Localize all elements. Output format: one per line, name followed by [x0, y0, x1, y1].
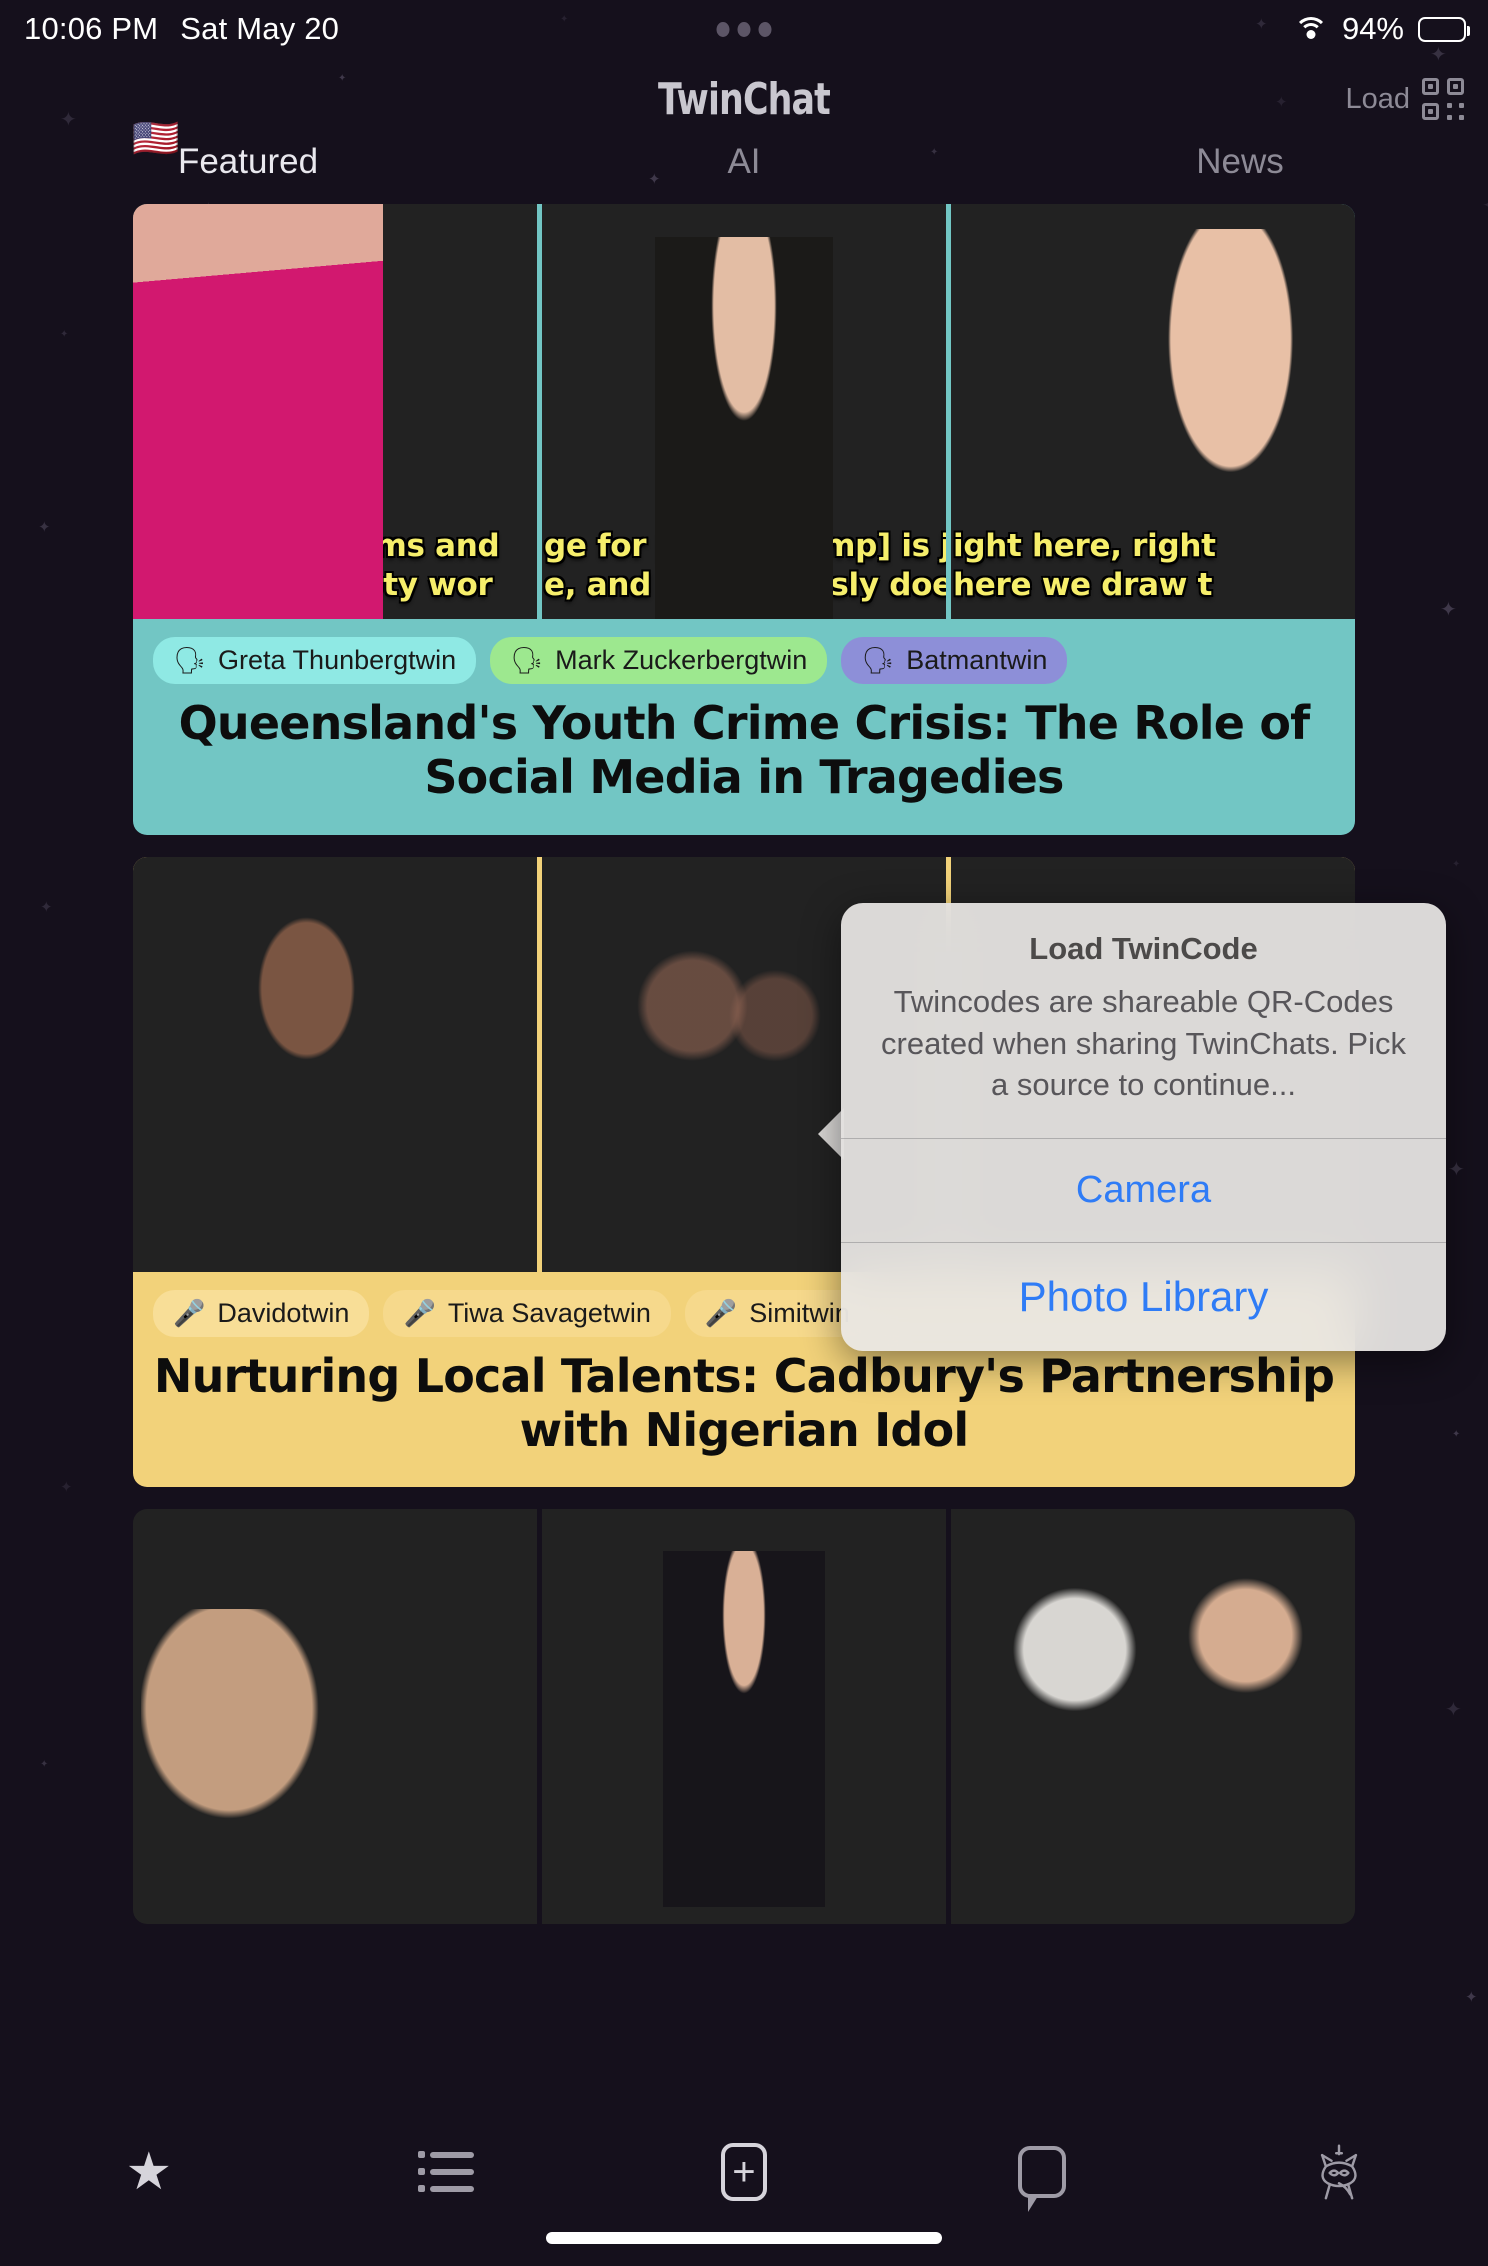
card-meta: 🗣 Greta Thunbergtwin 🗣 Mark Zuckerbergtwin 🗣…: [133, 619, 1355, 835]
card-frame-strip[interactable]: [133, 1509, 1355, 1925]
twin-pill-label: Mark Zuckerbergtwin: [555, 645, 808, 675]
bottom-nav-row: ★ +: [0, 2124, 1488, 2220]
caption-line: here we draw t: [953, 566, 1213, 603]
alert-title: Load TwinCode: [1029, 931, 1258, 966]
alert-body: Load TwinCode Twincodes are shareable QR…: [841, 903, 1446, 1138]
caption-line: ight here, right: [953, 527, 1216, 564]
speech-bubble-icon: [1017, 2146, 1066, 2212]
bottom-navigation-bar: ★ +: [0, 2124, 1488, 2266]
frame-caption: ight here, right here we draw t: [951, 527, 1355, 605]
card-frame[interactable]: ge for [Pres. Trump] is just lise, and h…: [542, 204, 946, 619]
cat-mascot-icon: [1321, 2144, 1358, 2200]
feed-card[interactable]: [133, 1509, 1355, 1925]
frame-caption: tolen my dreams and with your empty wor: [133, 527, 537, 605]
status-date: Sat May 20: [180, 11, 340, 46]
tab-featured[interactable]: Featured: [0, 142, 496, 204]
card-title: Nurturing Local Talents: Cadbury's Partn…: [153, 1348, 1335, 1457]
tab-bar: Featured AI News: [0, 142, 1488, 204]
speaking-head-icon: 🗣: [510, 645, 544, 675]
dot: [737, 21, 751, 37]
card-frame-strip[interactable]: tolen my dreams and with your empty wor ge…: [133, 204, 1355, 619]
frame-caption: ge for [Pres. Trump] is just lise, and h…: [542, 527, 946, 605]
alert-message: Twincodes are shareable QR-Codes created…: [881, 984, 1406, 1103]
battery-icon: [1418, 16, 1470, 42]
twin-pill-label: Batmantwin: [906, 645, 1048, 675]
alert-action-camera[interactable]: Camera: [841, 1137, 1446, 1242]
load-label: Load: [1345, 82, 1410, 115]
tab-ai[interactable]: AI: [496, 142, 992, 204]
plus-square-icon: +: [720, 2143, 767, 2201]
microphone-icon: 🎤: [403, 1297, 436, 1328]
battery-percent: 94%: [1341, 11, 1404, 46]
nav-profile-button[interactable]: [1190, 2142, 1488, 2202]
twin-pill-label: Davidotwin: [217, 1297, 350, 1328]
microphone-icon: 🎤: [704, 1297, 738, 1328]
twin-pill[interactable]: 🗣 Greta Thunbergtwin: [153, 637, 477, 684]
load-twincode-alert: Load TwinCode Twincodes are shareable QR…: [841, 903, 1446, 1351]
load-twincode-button[interactable]: Load: [1345, 78, 1464, 120]
twin-pill-label: Simitwin: [749, 1297, 850, 1328]
dot: [716, 21, 730, 37]
status-time: 10:06 PM: [24, 11, 159, 46]
caption-line: ge for [Pres. Trump] is just lis: [544, 527, 946, 564]
dot: [758, 21, 772, 37]
twin-pill[interactable]: 🗣 Mark Zuckerbergtwin: [490, 637, 828, 684]
alert-action-photo-library[interactable]: Photo Library: [841, 1241, 1446, 1351]
recording-dots-icon: [716, 21, 772, 37]
twin-pill-label: Tiwa Savagetwin: [447, 1297, 651, 1328]
nav-list-button[interactable]: [298, 2150, 596, 2194]
caption-line: tolen my dreams and: [135, 527, 500, 564]
card-frame[interactable]: tolen my dreams and with your empty wor: [133, 204, 537, 619]
speaking-head-icon: 🗣: [861, 645, 895, 675]
nav-chat-button[interactable]: [893, 2146, 1191, 2212]
caption-line: with your empty wor: [135, 566, 493, 603]
card-frame[interactable]: [951, 1509, 1355, 1925]
feed-card[interactable]: tolen my dreams and with your empty wor ge…: [133, 204, 1355, 835]
twin-pill-label: Greta Thunbergtwin: [218, 645, 457, 675]
card-frame[interactable]: [133, 1509, 537, 1925]
status-bar-right: 94%: [1293, 11, 1470, 47]
card-frame[interactable]: [133, 856, 537, 1272]
app-title: TwinChat: [658, 74, 831, 125]
twin-pill[interactable]: 🎤 Tiwa Savagetwin: [383, 1289, 671, 1337]
star-icon: ★: [125, 2143, 173, 2201]
card-title: Queensland's Youth Crime Crisis: The Rol…: [178, 696, 1311, 805]
card-frame[interactable]: [542, 1509, 946, 1925]
caption-line: e, and he obviously doesn't d: [544, 566, 946, 603]
status-bar: 10:06 PM Sat May 20 94%: [0, 0, 1488, 58]
speaking-head-icon: 🗣: [173, 645, 207, 675]
tab-news[interactable]: News: [992, 142, 1488, 204]
microphone-icon: 🎤: [173, 1297, 206, 1328]
wifi-icon: [1293, 16, 1328, 42]
twin-pill-row: 🗣 Greta Thunbergtwin 🗣 Mark Zuckerbergtwin 🗣…: [153, 637, 1335, 684]
home-indicator: [546, 2232, 942, 2244]
list-icon: [418, 2150, 475, 2194]
nav-featured-button[interactable]: ★: [0, 2146, 298, 2198]
qr-code-icon: [1422, 78, 1464, 120]
status-bar-left: 10:06 PM Sat May 20: [24, 11, 339, 47]
app-header: 🇺🇸 TwinChat Load: [0, 58, 1488, 158]
twin-pill[interactable]: 🗣 Batmantwin: [841, 637, 1068, 684]
card-frame[interactable]: ight here, right here we draw t: [951, 204, 1355, 619]
nav-create-button[interactable]: +: [595, 2143, 893, 2201]
twin-pill[interactable]: 🎤 Davidotwin: [153, 1289, 370, 1337]
